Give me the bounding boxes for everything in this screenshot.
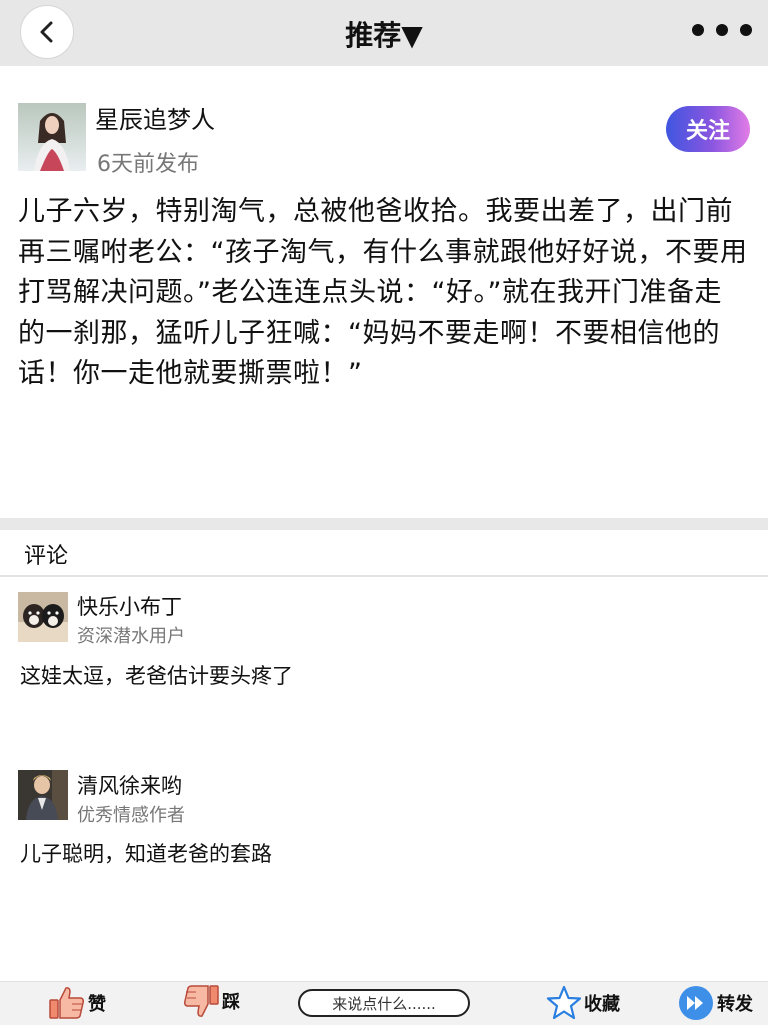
like-label: 赞 (88, 994, 106, 1015)
more-options-button[interactable] (692, 22, 752, 38)
commenter-tag: 资深潜水用户 (77, 626, 185, 647)
follow-button[interactable]: 关注 (666, 106, 750, 152)
favorite-button[interactable]: 收藏 (546, 985, 620, 1021)
share-button[interactable]: 转发 (678, 985, 753, 1021)
comment-text: 儿子聪明，知道老爸的套路 (20, 842, 272, 866)
dot-icon (716, 24, 728, 36)
share-label: 转发 (717, 994, 753, 1015)
feed-selector[interactable]: 推荐▼ (0, 14, 768, 54)
dot-icon (692, 24, 704, 36)
comment-text: 这娃太逗，老爸估计要头疼了 (20, 664, 293, 688)
post-content: 儿子六岁，特别淘气，总被他爸收拾。我要出差了，出门前再三嘱咐老公：“孩子淘气，有… (18, 196, 748, 389)
commenter-avatar[interactable] (18, 770, 68, 820)
dislike-button[interactable]: 踩 (182, 982, 240, 1020)
commenter-avatar[interactable] (18, 592, 68, 642)
thumbs-up-icon (49, 987, 84, 1019)
author-name[interactable]: 星辰追梦人 (95, 100, 215, 135)
thumbs-down-icon (184, 985, 219, 1017)
star-icon (546, 985, 582, 1020)
commenter-name[interactable]: 清风徐来哟 (77, 770, 182, 800)
commenter-tag: 优秀情感作者 (77, 805, 185, 826)
comment-input[interactable]: 来说点什么...... (298, 989, 470, 1017)
commenter-name[interactable]: 快乐小布丁 (77, 591, 182, 621)
post-time: 6天前发布 (97, 152, 199, 177)
top-bar: 推荐▼ (0, 0, 768, 66)
bottom-action-bar: 赞 踩 来说点什么...... 收藏 转发 (0, 981, 768, 1025)
divider-line (0, 575, 768, 577)
like-button[interactable]: 赞 (48, 984, 106, 1022)
dislike-label: 踩 (222, 992, 240, 1013)
comments-heading: 评论 (24, 544, 69, 569)
favorite-label: 收藏 (584, 994, 620, 1015)
author-avatar[interactable] (18, 103, 86, 171)
fast-forward-icon (679, 986, 713, 1020)
dot-icon (740, 24, 752, 36)
section-divider (0, 518, 768, 530)
